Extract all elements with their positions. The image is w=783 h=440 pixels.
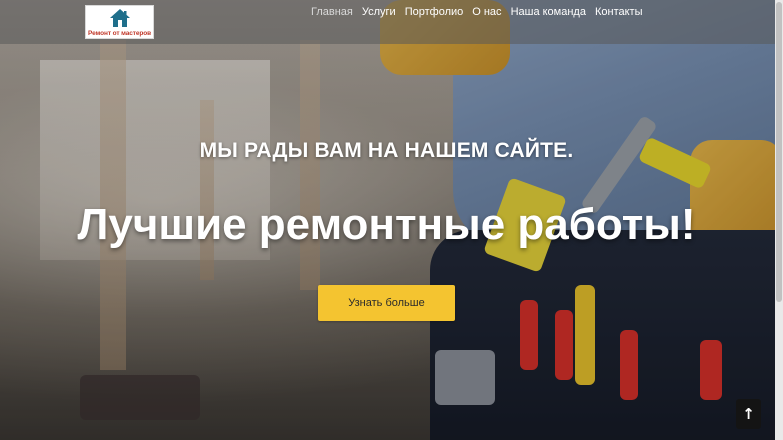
logo[interactable]: Ремонт от мастеров xyxy=(85,5,154,39)
nav-item-contacts[interactable]: Контакты xyxy=(595,6,643,18)
main-nav: Главная Услуги Портфолио О нас Наша кома… xyxy=(311,6,651,18)
page: Ремонт от мастеров Главная Услуги Портфо… xyxy=(0,0,783,440)
nav-item-services[interactable]: Услуги xyxy=(362,6,396,18)
nav-item-portfolio[interactable]: Портфолио xyxy=(405,6,464,18)
hero-title: Лучшие ремонтные работы! xyxy=(77,200,696,249)
nav-item-about[interactable]: О нас xyxy=(472,6,501,18)
hero-subtitle: МЫ РАДЫ ВАМ НА НАШЕМ САЙТЕ. xyxy=(199,139,574,162)
nav-item-team[interactable]: Наша команда xyxy=(511,6,586,18)
navbar: Ремонт от мастеров Главная Услуги Портфо… xyxy=(0,0,783,44)
scroll-top-button[interactable]: ↑ xyxy=(736,399,761,429)
house-icon xyxy=(110,9,130,27)
scrollbar-thumb[interactable] xyxy=(776,2,782,302)
page-scrollbar[interactable] xyxy=(775,0,783,440)
learn-more-button[interactable]: Узнать больше xyxy=(318,285,455,321)
arrow-up-icon: ↑ xyxy=(742,405,755,423)
logo-text: Ремонт от мастеров xyxy=(88,30,151,37)
nav-item-home[interactable]: Главная xyxy=(311,6,353,18)
